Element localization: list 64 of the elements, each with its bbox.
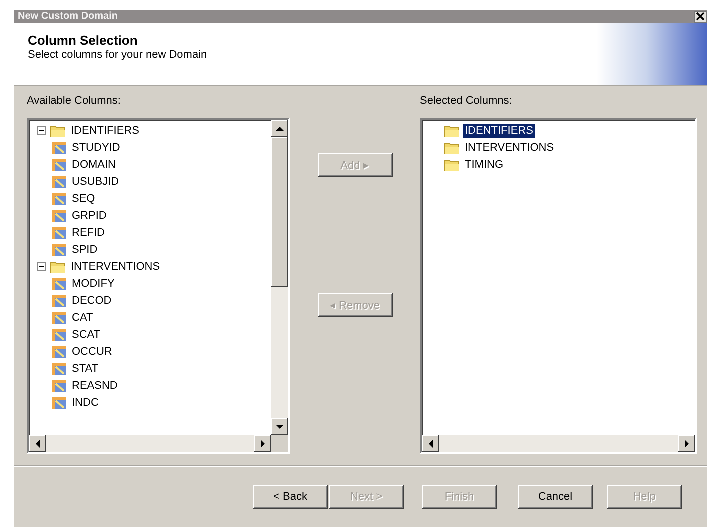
selected-columns-tree[interactable]: IDENTIFIERS INTERVENTIONS TIMING — [420, 118, 697, 454]
column-icon — [51, 294, 67, 308]
wizard-button[interactable]: Cancel — [518, 484, 593, 508]
tree-item[interactable]: SPID — [70, 242, 100, 256]
column-icon — [51, 208, 67, 222]
tree-item[interactable]: IDENTIFIERS — [463, 124, 536, 138]
folder-icon — [444, 158, 460, 172]
tree-item[interactable]: IDENTIFIERS — [69, 124, 142, 138]
column-icon — [51, 310, 67, 324]
tree-item[interactable]: STUDYID — [70, 140, 122, 154]
window-title: New Custom Domain — [18, 11, 118, 22]
tree-item[interactable]: STAT — [70, 362, 100, 376]
column-icon — [51, 362, 67, 376]
tree-item[interactable]: DECOD — [70, 294, 114, 308]
tree-item[interactable]: INTERVENTIONS — [463, 140, 556, 154]
collapse-toggle-icon[interactable] — [37, 126, 46, 135]
column-icon — [51, 378, 67, 392]
column-icon — [51, 242, 67, 256]
folder-icon — [50, 260, 66, 274]
tree-item[interactable]: GRPID — [70, 208, 109, 222]
horizontal-scrollbar[interactable] — [29, 435, 288, 452]
vertical-scrollbar[interactable] — [271, 120, 288, 435]
wizard-button[interactable]: < Back — [253, 484, 328, 508]
tree-item[interactable]: REFID — [70, 226, 107, 240]
scroll-right-button[interactable] — [254, 435, 271, 452]
collapse-toggle-icon[interactable] — [37, 262, 46, 271]
scroll-left-button[interactable] — [422, 435, 439, 452]
page-title: Column Selection — [28, 33, 139, 48]
folder-icon — [444, 124, 460, 138]
scroll-right-button[interactable] — [678, 435, 695, 452]
tree-item[interactable]: SCAT — [70, 328, 103, 342]
column-icon — [51, 174, 67, 188]
horizontal-scrollbar[interactable] — [422, 435, 695, 452]
column-icon — [51, 396, 67, 410]
column-icon — [51, 226, 67, 240]
close-button[interactable] — [694, 10, 707, 22]
tree-item[interactable]: USUBJID — [70, 174, 122, 188]
tree-item[interactable]: TIMING — [463, 158, 506, 172]
scroll-up-button[interactable] — [271, 120, 288, 137]
page-subtitle: Select columns for your new Domain — [28, 49, 208, 61]
tree-item[interactable]: CAT — [70, 310, 96, 324]
close-icon — [696, 12, 705, 21]
scroll-down-button[interactable] — [271, 418, 288, 435]
tree-item[interactable]: INTERVENTIONS — [69, 260, 162, 274]
tree-item[interactable]: INDC — [70, 396, 101, 410]
scroll-thumb[interactable] — [271, 137, 288, 287]
column-icon — [51, 276, 67, 290]
folder-icon — [50, 124, 66, 138]
column-icon — [51, 344, 67, 358]
tree-item[interactable]: SEQ — [70, 192, 98, 206]
column-icon — [51, 140, 67, 154]
column-icon — [51, 192, 67, 206]
tree-item[interactable]: DOMAIN — [70, 158, 118, 172]
available-columns-tree[interactable]: IDENTIFIERS STUDYID DOMAIN USUBJID SEQ GRPID REFID SPID INTERVENTIONS MODIFY DECOD CAT SCAT OCCUR STAT REASND INDC — [27, 118, 290, 454]
column-icon — [51, 158, 67, 172]
folder-icon — [444, 140, 460, 154]
tree-item[interactable]: MODIFY — [70, 276, 117, 290]
tree-item[interactable]: OCCUR — [70, 344, 114, 358]
scrollbar-corner — [271, 435, 288, 452]
available-columns-label: Available Columns: — [27, 95, 122, 107]
scroll-left-button[interactable] — [29, 435, 46, 452]
tree-item[interactable]: REASND — [70, 378, 120, 392]
column-icon — [51, 328, 67, 342]
selected-columns-label: Selected Columns: — [420, 95, 512, 107]
